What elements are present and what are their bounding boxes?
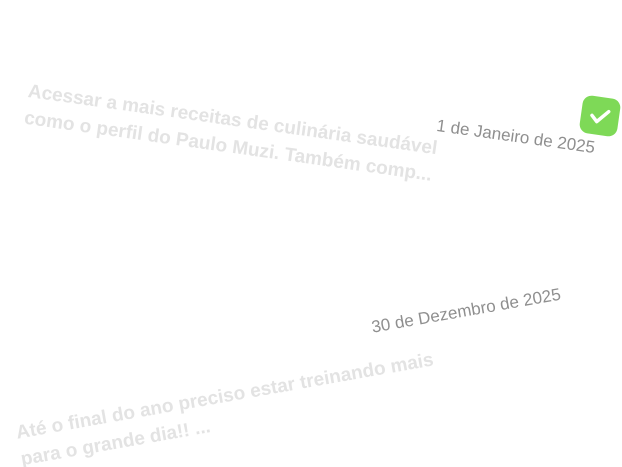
goal-date: 30 de Dezembro de 2025 bbox=[370, 284, 563, 337]
goals-board: Acessar a mais receitas de culinária sau… bbox=[0, 0, 622, 467]
check-icon bbox=[590, 109, 611, 124]
completed-checkbox[interactable] bbox=[578, 94, 622, 138]
goal-description: Acessar a mais receitas de culinária sau… bbox=[22, 80, 439, 186]
goal-card[interactable]: Acessar a mais receitas de culinária sau… bbox=[0, 0, 622, 230]
goal-card[interactable]: 30 de Dezembro de 2025 Até o final do an… bbox=[0, 230, 622, 467]
goal-description: Até o final do ano preciso estar treinan… bbox=[14, 349, 436, 467]
